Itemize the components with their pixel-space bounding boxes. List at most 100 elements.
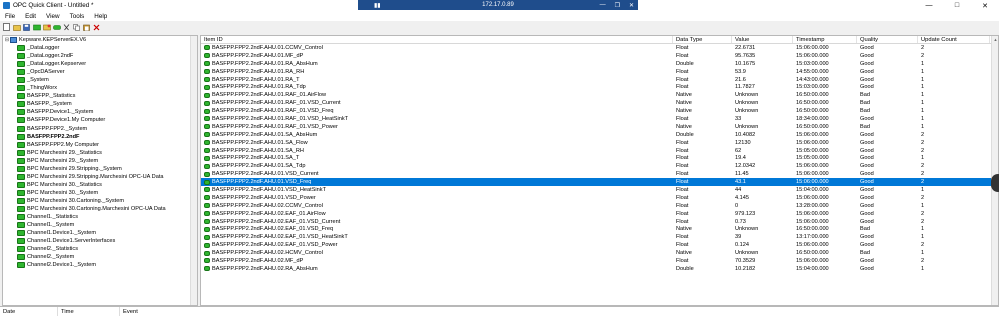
tree-item[interactable]: BPC Marchesini 29.Stripping.Marchesini O… bbox=[3, 173, 197, 181]
cell-value: 95.7635 bbox=[735, 52, 756, 59]
table-row[interactable]: BASFPP.FPP2.2ndF.AHU.02.CCMV_Control Floa… bbox=[201, 202, 998, 210]
tree-item[interactable]: BPC Marchesini 30._Statistics bbox=[3, 181, 197, 189]
table-row[interactable]: BASFPP.FPP2.2ndF.AHU.01.CCMV_Control Floa… bbox=[201, 44, 998, 52]
table-row[interactable]: BASFPP.FPP2.2ndF.AHU.01.RA_RH Float 53.9 14… bbox=[201, 68, 998, 76]
tree-scrollbar[interactable] bbox=[190, 36, 197, 305]
table-row[interactable]: BASFPP.FPP2.2ndF.AHU.02.RA_AbsHum Double 1… bbox=[201, 265, 998, 273]
table-row[interactable]: BASFPP.FPP2.2ndF.AHU.01.SA_RH Float 62 15:0… bbox=[201, 147, 998, 155]
menu-view[interactable]: View bbox=[41, 13, 65, 20]
table-row[interactable]: BASFPP.FPP2.2ndF.AHU.01.RAF_01.AirFlow Na… bbox=[201, 91, 998, 99]
tree-item[interactable]: _DataLogger.2ndF bbox=[3, 52, 197, 60]
tree-item[interactable]: Channel2._Statistics bbox=[3, 245, 197, 253]
table-row[interactable]: BASFPP.FPP2.2ndF.AHU.02.EAF_01.VSD_Power… bbox=[201, 241, 998, 249]
tree-item[interactable]: Channel1.Device1.ServerInterfaces bbox=[3, 237, 197, 245]
remote-restore-icon[interactable]: ❐ bbox=[615, 2, 620, 9]
new-item-icon[interactable] bbox=[52, 23, 61, 32]
remote-minimize-icon[interactable]: — bbox=[600, 2, 606, 8]
tree-item[interactable]: Channel1._System bbox=[3, 221, 197, 229]
table-row[interactable]: BASFPP.FPP2.2ndF.AHU.02.EAF_01.VSD_HeatS… bbox=[201, 233, 998, 241]
table-row[interactable]: BASFPP.FPP2.2ndF.AHU.01.MF_dP Float 95.763… bbox=[201, 52, 998, 60]
tree-item[interactable]: BPC Marchesini 30.Cartoning._System bbox=[3, 197, 197, 205]
table-row[interactable]: BASFPP.FPP2.2ndF.AHU.01.VSD_Current Float… bbox=[201, 170, 998, 178]
cut-icon[interactable] bbox=[62, 23, 71, 32]
column-header-update-count[interactable]: Update Count bbox=[918, 36, 990, 43]
table-row[interactable]: BASFPP.FPP2.2ndF.AHU.02.MF_dP Float 70.352… bbox=[201, 257, 998, 265]
cell-quality: Bad bbox=[860, 108, 870, 115]
log-column-time[interactable]: Time bbox=[58, 306, 120, 316]
tree-item[interactable]: BPC Marchesini 29._System bbox=[3, 157, 197, 165]
paste-icon[interactable] bbox=[82, 23, 91, 32]
log-column-event[interactable]: Event bbox=[120, 307, 999, 316]
log-column-date[interactable]: Date bbox=[0, 306, 58, 316]
table-row[interactable]: BASFPP.FPP2.2ndF.AHU.01.RAF_01.VSD_Freq N… bbox=[201, 107, 998, 115]
maximize-button[interactable]: □ bbox=[943, 0, 971, 11]
column-header-value[interactable]: Value bbox=[732, 36, 793, 43]
table-row[interactable]: BASFPP.FPP2.2ndF.AHU.02.EAF_01.AirFlow Fl… bbox=[201, 210, 998, 218]
tree-item[interactable]: BPC Marchesini 30._System bbox=[3, 189, 197, 197]
table-row[interactable]: BASFPP.FPP2.2ndF.AHU.01.RAF_01.VSD_HeatS… bbox=[201, 115, 998, 123]
tree-item[interactable]: _DataLogger bbox=[3, 44, 197, 52]
tree-item[interactable]: BASFPP.FPP2.2ndF bbox=[3, 133, 197, 141]
table-row[interactable]: BASFPP.FPP2.2ndF.AHU.01.RAF_01.VSD_Curre… bbox=[201, 99, 998, 107]
new-group-icon[interactable] bbox=[42, 23, 51, 32]
tree-item[interactable]: BASFPP.FPP2._System bbox=[3, 125, 197, 133]
tree-root[interactable]: ⊟ Kepware.KEPServerEX.V6 bbox=[3, 36, 197, 44]
server-tree[interactable]: ⊟ Kepware.KEPServerEX.V6 _DataLogger _Dat… bbox=[2, 35, 198, 306]
tree-item[interactable]: BASFPP.Device1.My Computer bbox=[3, 116, 197, 124]
menu-tools[interactable]: Tools bbox=[65, 13, 90, 20]
cell-timestamp: 13:17:00.000 bbox=[796, 234, 829, 241]
column-header-item-id[interactable]: Item ID bbox=[201, 36, 673, 43]
minimize-button[interactable]: — bbox=[915, 0, 943, 11]
copy-icon[interactable] bbox=[72, 23, 81, 32]
tree-item[interactable]: BPC Marchesini 29.Stripping._System bbox=[3, 165, 197, 173]
tree-item[interactable]: Channel2.Device1._System bbox=[3, 261, 197, 269]
table-row[interactable]: BASFPP.FPP2.2ndF.AHU.01.SA_AbsHum Double 1… bbox=[201, 131, 998, 139]
menu-file[interactable]: File bbox=[0, 13, 20, 20]
tree-item[interactable]: BASFPP.FPP2.My Computer bbox=[3, 141, 197, 149]
tree-item[interactable]: BASFPP._Statistics bbox=[3, 92, 197, 100]
open-icon[interactable] bbox=[12, 23, 21, 32]
table-row[interactable]: BASFPP.FPP2.2ndF.AHU.01.RA_AbsHum Double 1… bbox=[201, 60, 998, 68]
cell-value: Unknown bbox=[735, 108, 759, 115]
table-row[interactable]: BASFPP.FPP2.2ndF.AHU.01.RAF_01.VSD_Power… bbox=[201, 123, 998, 131]
save-icon[interactable] bbox=[22, 23, 31, 32]
tree-item[interactable]: Channel1.Device1._System bbox=[3, 229, 197, 237]
tree-item[interactable]: Channel1._Statistics bbox=[3, 213, 197, 221]
table-row[interactable]: BASFPP.FPP2.2ndF.AHU.01.VSD_Freq Float 43.… bbox=[201, 178, 998, 187]
grid-scrollbar[interactable]: ▲ bbox=[991, 36, 998, 305]
table-row[interactable]: BASFPP.FPP2.2ndF.AHU.01.RA_Tdp Float 11.78… bbox=[201, 83, 998, 91]
menu-edit[interactable]: Edit bbox=[20, 13, 41, 20]
tree-item[interactable]: Channel2._System bbox=[3, 253, 197, 261]
tree-item[interactable]: _System bbox=[3, 76, 197, 84]
menu-help[interactable]: Help bbox=[89, 13, 112, 20]
table-row[interactable]: BASFPP.FPP2.2ndF.AHU.01.VSD_HeatSinkT Flo… bbox=[201, 186, 998, 194]
tree-item[interactable]: _ThingWorx bbox=[3, 84, 197, 92]
scroll-up-icon[interactable]: ▲ bbox=[992, 36, 998, 43]
tree-item[interactable]: _OpcDAServer bbox=[3, 68, 197, 76]
tree-item[interactable]: BASFPP.Device1._System bbox=[3, 108, 197, 116]
table-row[interactable]: BASFPP.FPP2.2ndF.AHU.01.SA_Tdp Float 12.03… bbox=[201, 162, 998, 170]
tree-item[interactable]: _DataLogger.Kepserver bbox=[3, 60, 197, 68]
table-row[interactable]: BASFPP.FPP2.2ndF.AHU.01.SA_T Float 19.4 15:… bbox=[201, 154, 998, 162]
tree-item[interactable]: BASFPP._System bbox=[3, 100, 197, 108]
table-row[interactable]: BASFPP.FPP2.2ndF.AHU.02.HCMV_Control Nati… bbox=[201, 249, 998, 257]
table-row[interactable]: BASFPP.FPP2.2ndF.AHU.01.VSD_Power Float 4.… bbox=[201, 194, 998, 202]
table-row[interactable]: BASFPP.FPP2.2ndF.AHU.02.EAF_01.VSD_Freq N… bbox=[201, 225, 998, 233]
new-server-icon[interactable] bbox=[32, 23, 41, 32]
table-row[interactable]: BASFPP.FPP2.2ndF.AHU.02.EAF_01.VSD_Curre… bbox=[201, 218, 998, 226]
column-header-timestamp[interactable]: Timestamp bbox=[793, 36, 857, 43]
tree-item[interactable]: BPC Marchesini 29._Statistics bbox=[3, 149, 197, 157]
side-handle[interactable] bbox=[991, 174, 999, 192]
new-file-icon[interactable] bbox=[2, 23, 11, 32]
table-row[interactable]: BASFPP.FPP2.2ndF.AHU.01.RA_T Float 21.6 14:… bbox=[201, 76, 998, 84]
item-id-text: BASFPP.FPP2.2ndF.AHU.01.VSD_Power bbox=[212, 194, 316, 201]
tag-icon bbox=[204, 195, 210, 201]
remote-close-icon[interactable]: ✕ bbox=[629, 2, 634, 9]
column-header-data-type[interactable]: Data Type bbox=[673, 36, 732, 43]
column-header-quality[interactable]: Quality bbox=[857, 36, 918, 43]
tree-item[interactable]: BPC Marchesini 30.Cartoning.Marchesini O… bbox=[3, 205, 197, 213]
delete-icon[interactable] bbox=[92, 23, 101, 32]
close-button[interactable]: ✕ bbox=[971, 0, 999, 11]
table-row[interactable]: BASFPP.FPP2.2ndF.AHU.01.SA_Flow Float 1213… bbox=[201, 139, 998, 147]
window-controls: — □ ✕ bbox=[915, 0, 999, 11]
